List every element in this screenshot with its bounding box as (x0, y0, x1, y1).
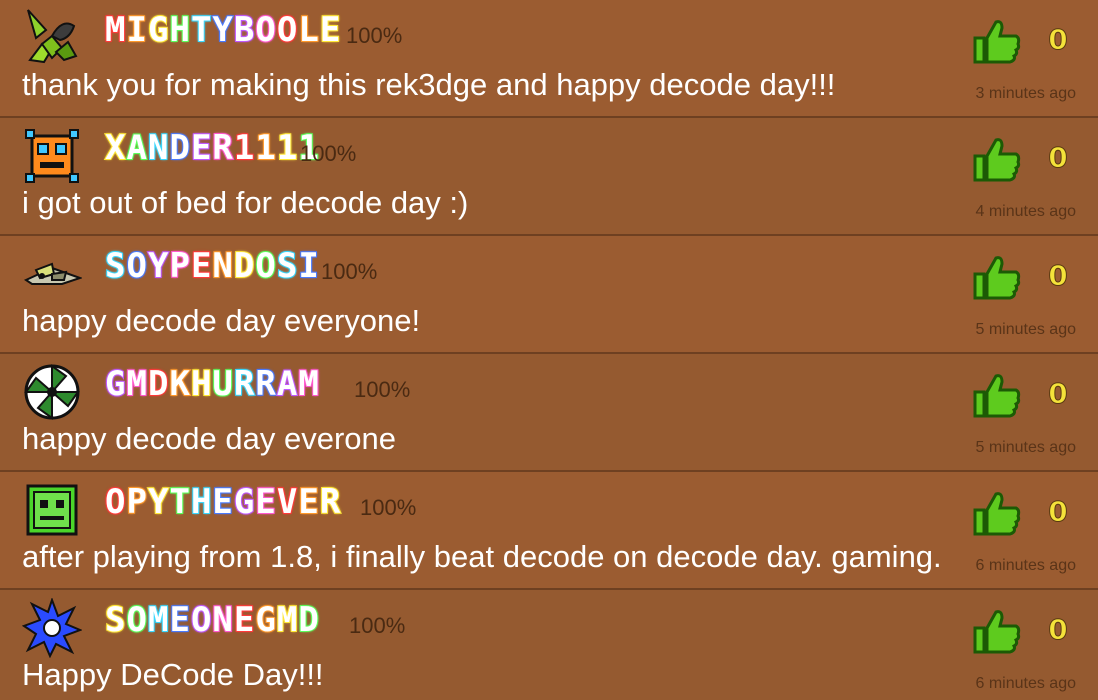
comment-message: happy decode day everone (22, 421, 397, 456)
thumbs-up-icon[interactable] (972, 18, 1022, 64)
thumbs-up-icon[interactable] (972, 372, 1022, 418)
username[interactable]: OPYTHEGEVER (104, 481, 341, 523)
thumbs-up-icon[interactable] (972, 254, 1022, 300)
like-count: 0 (1048, 259, 1068, 293)
like-count: 0 (1048, 141, 1068, 175)
spider-icon[interactable] (22, 8, 82, 68)
thumbs-up-icon[interactable] (972, 608, 1022, 654)
comment-message: happy decode day everyone! (22, 303, 421, 338)
blue-sawblade-icon[interactable] (22, 598, 82, 658)
green-cube-icon[interactable] (22, 480, 82, 540)
thumbs-up-icon[interactable] (972, 136, 1022, 182)
timestamp: 6 minutes ago (975, 675, 1076, 692)
username[interactable]: XANDER1111 (104, 127, 320, 169)
pinwheel-icon[interactable] (22, 362, 82, 422)
comment-list: MIGHTYBOOLE 100% thank you for making th… (0, 0, 1098, 700)
comment-message: thank you for making this rek3dge and ha… (22, 67, 836, 102)
username[interactable]: GMDKHURRAM (104, 363, 320, 405)
username[interactable]: SOMEONEGMD (104, 599, 320, 641)
timestamp: 3 minutes ago (975, 85, 1076, 102)
comment-message: i got out of bed for decode day :) (22, 185, 469, 220)
comment-row: GMDKHURRAM 100% happy decode day everone… (0, 354, 1098, 472)
username[interactable]: SOYPENDOSI (104, 245, 320, 287)
comment-row: XANDER1111 100% i got out of bed for dec… (0, 118, 1098, 236)
comment-message: Happy DeCode Day!!! (22, 657, 324, 692)
username[interactable]: MIGHTYBOOLE (104, 9, 341, 51)
percent-label: 100% (349, 613, 406, 638)
percent-label: 100% (360, 495, 417, 520)
thumbs-up-icon[interactable] (972, 490, 1022, 536)
timestamp: 4 minutes ago (975, 203, 1076, 220)
percent-label: 100% (354, 377, 411, 402)
timestamp: 5 minutes ago (975, 439, 1076, 456)
like-count: 0 (1048, 613, 1068, 647)
ship-icon[interactable] (22, 244, 82, 304)
timestamp: 6 minutes ago (975, 557, 1076, 574)
comment-row: SOYPENDOSI 100% happy decode day everyon… (0, 236, 1098, 354)
percent-label: 100% (321, 259, 378, 284)
comment-row: SOMEONEGMD 100% Happy DeCode Day!!! 0 6 … (0, 590, 1098, 700)
comment-row: OPYTHEGEVER 100% after playing from 1.8,… (0, 472, 1098, 590)
percent-label: 100% (346, 23, 403, 48)
like-count: 0 (1048, 23, 1068, 57)
orange-robot-cube-icon[interactable] (22, 126, 82, 186)
timestamp: 5 minutes ago (975, 321, 1076, 338)
comment-message: after playing from 1.8, i finally beat d… (22, 539, 942, 574)
like-count: 0 (1048, 377, 1068, 411)
like-count: 0 (1048, 495, 1068, 529)
percent-label: 100% (300, 141, 357, 166)
comment-row: MIGHTYBOOLE 100% thank you for making th… (0, 0, 1098, 118)
